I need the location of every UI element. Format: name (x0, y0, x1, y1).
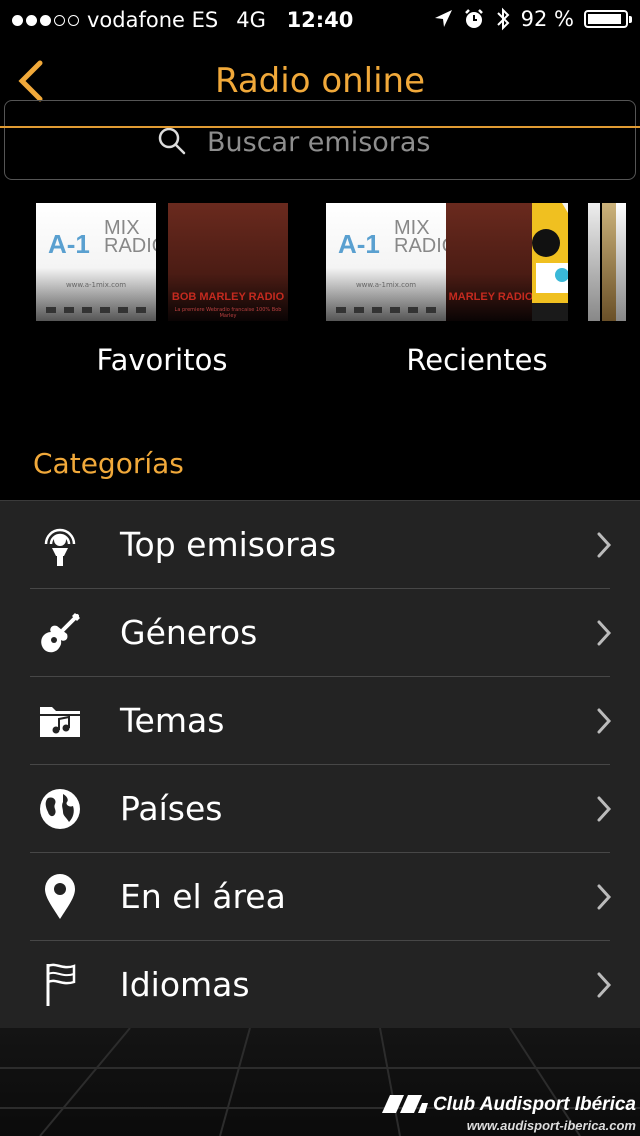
category-label: Temas (120, 701, 225, 740)
category-label: En el área (120, 877, 286, 916)
category-label: Países (120, 789, 223, 828)
battery-percent: 92 % (520, 7, 574, 31)
station-cover-marley: MARLEY RADIO (446, 203, 536, 321)
cover-brand-secondary: MIXRADIO (104, 217, 156, 257)
category-label: Géneros (120, 613, 258, 652)
chevron-right-icon (597, 884, 612, 910)
music-folder-icon (36, 697, 84, 745)
chevron-right-icon (597, 796, 612, 822)
search-icon (158, 127, 186, 155)
location-arrow-icon (434, 10, 452, 27)
category-en-el-area[interactable]: En el área (0, 853, 640, 941)
sponsor-logos (336, 307, 436, 313)
guitar-icon (36, 609, 84, 657)
watermark-title: Club Audisport Ibérica (381, 1094, 636, 1116)
alarm-icon (464, 9, 483, 28)
chevron-right-icon (597, 532, 612, 558)
station-cover-yellow (532, 203, 568, 321)
sponsor-logos (46, 307, 146, 313)
cover-subtitle: La premiere Webradio francaise 100% Bob … (174, 307, 282, 319)
cover-brand: A-1 (338, 229, 380, 259)
watermark-url: www.audisport-iberica.com (466, 1118, 636, 1133)
club-logo-icon (381, 1095, 428, 1113)
cover-brand: A-1 (48, 229, 90, 259)
category-generos[interactable]: Géneros (0, 589, 640, 677)
station-cover-stack-1 (588, 203, 600, 321)
cover-url: www.a-1mix.com (355, 281, 417, 289)
station-cover-stack-2 (602, 203, 616, 321)
page-title: Radio online (214, 61, 426, 101)
globe-icon (36, 785, 84, 833)
location-pin-icon (36, 873, 84, 921)
cover-title: MARLEY RADIO (448, 291, 534, 303)
category-paises[interactable]: Países (0, 765, 640, 853)
signal-strength-icon (12, 14, 79, 26)
cover-url: www.a-1mix.com (65, 281, 127, 289)
category-label: Top emisoras (120, 525, 337, 564)
chevron-right-icon (597, 708, 612, 734)
recents-label: Recientes (406, 343, 548, 377)
cover-brand-secondary: MIXRADIO (394, 217, 446, 257)
watermark: Club Audisport Ibérica www.audisport-ibe… (381, 1094, 636, 1133)
station-cover-a1-mix: A-1 MIXRADIO www.a-1mix.com (36, 203, 156, 321)
station-cover-bob-marley: BOB MARLEY RADIO La premiere Webradio fr… (168, 203, 288, 321)
section-title: Categorías (33, 447, 184, 480)
chevron-right-icon (597, 972, 612, 998)
station-logo-graphic (532, 203, 568, 321)
favorites-label: Favoritos (96, 343, 228, 377)
bluetooth-icon (496, 7, 510, 31)
category-top-emisoras[interactable]: Top emisoras (0, 501, 640, 589)
status-bar: vodafone ES 4G 12:40 92 % (0, 0, 640, 40)
cover-title: BOB MARLEY RADIO (171, 291, 285, 303)
flag-icon (36, 961, 84, 1009)
category-idiomas[interactable]: Idiomas (0, 941, 640, 1029)
categories-list: Top emisoras Géneros Temas Países En el … (0, 500, 640, 1029)
carrier-name: vodafone ES (87, 8, 219, 32)
chevron-right-icon (597, 620, 612, 646)
search-bar[interactable] (4, 100, 636, 180)
category-label: Idiomas (120, 965, 250, 1004)
microphone-icon (36, 521, 84, 569)
network-type: 4G (236, 8, 266, 32)
nav-divider (0, 126, 640, 128)
battery-icon (584, 10, 632, 28)
category-temas[interactable]: Temas (0, 677, 640, 765)
station-cover-stack-3 (616, 203, 626, 321)
station-cover-a1-mix: A-1 MIXRADIO www.a-1mix.com (326, 203, 446, 321)
